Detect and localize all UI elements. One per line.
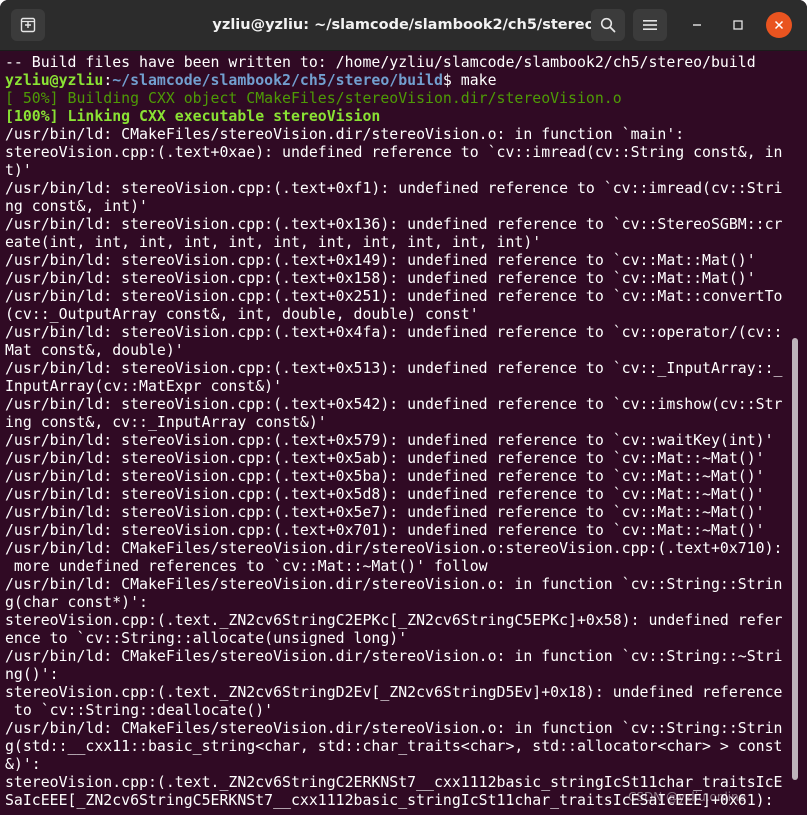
terminal-line: /usr/bin/ld: stereoVision.cpp:(.text+0x7… xyxy=(5,521,765,539)
terminal-line: /usr/bin/ld: stereoVision.cpp:(.text+0x5… xyxy=(5,503,765,521)
terminal-line: /usr/bin/ld: stereoVision.cpp:(.text+0xf… xyxy=(5,179,783,197)
maximize-icon xyxy=(733,20,743,30)
terminal-line: t)' xyxy=(5,161,32,179)
scrollbar-thumb[interactable] xyxy=(792,338,798,780)
minimize-button[interactable] xyxy=(684,12,710,38)
new-tab-icon xyxy=(20,17,36,33)
watermark: CSDN @yzliu.online xyxy=(628,790,747,804)
prompt-path: ~/slamcode/slambook2/ch5/stereo/build xyxy=(112,71,443,89)
terminal-line: /usr/bin/ld: stereoVision.cpp:(.text+0x5… xyxy=(5,359,783,377)
terminal-line: /usr/bin/ld: stereoVision.cpp:(.text+0x1… xyxy=(5,251,756,269)
terminal-line: stereoVision.cpp:(.text._ZN2cv6StringC2E… xyxy=(5,773,783,791)
terminal-line: eate(int, int, int, int, int, int, int, … xyxy=(5,233,542,251)
terminal-line: /usr/bin/ld: CMakeFiles/stereoVision.dir… xyxy=(5,647,783,665)
new-tab-button[interactable] xyxy=(11,9,45,41)
terminal-line: /usr/bin/ld: CMakeFiles/stereoVision.dir… xyxy=(5,719,783,737)
terminal-line: /usr/bin/ld: stereoVision.cpp:(.text+0x1… xyxy=(5,215,783,233)
terminal-line: /usr/bin/ld: stereoVision.cpp:(.text+0x5… xyxy=(5,395,783,413)
terminal-line: stereoVision.cpp:(.text._ZN2cv6StringC2E… xyxy=(5,611,783,629)
link-progress-line: [100%] Linking CXX executable stereoVisi… xyxy=(5,107,381,125)
terminal-line: g(std::__cxx11::basic_string<char, std::… xyxy=(5,737,783,755)
terminal-line: stereoVision.cpp:(.text._ZN2cv6StringD2E… xyxy=(5,683,783,701)
terminal-line: /usr/bin/ld: stereoVision.cpp:(.text+0x5… xyxy=(5,467,765,485)
terminal-line: stereoVision.cpp:(.text+0xae): undefined… xyxy=(5,143,783,161)
search-icon xyxy=(600,17,616,33)
terminal-line: /usr/bin/ld: CMakeFiles/stereoVision.dir… xyxy=(5,125,685,143)
terminal-line: ence to `cv::String::allocate(unsigned l… xyxy=(5,629,408,647)
terminal-line: /usr/bin/ld: stereoVision.cpp:(.text+0x2… xyxy=(5,287,783,305)
terminal-line: &)': xyxy=(5,755,41,773)
maximize-button[interactable] xyxy=(725,12,751,38)
terminal-window: yzliu@yzliu: ~/slamcode/slambook2/ch5/st… xyxy=(0,0,807,815)
window-title-text: yzliu@yzliu: ~/slamcode/slambook2/ch5/st… xyxy=(212,17,595,33)
prompt-line: yzliu@yzliu:~/slamcode/slambook2/ch5/ste… xyxy=(5,71,789,89)
terminal-line: -- Build files have been written to: /ho… xyxy=(5,53,756,71)
terminal-line: /usr/bin/ld: stereoVision.cpp:(.text+0x5… xyxy=(5,485,765,503)
title-bar[interactable]: yzliu@yzliu: ~/slamcode/slambook2/ch5/st… xyxy=(0,0,807,51)
terminal-line: InputArray(cv::MatExpr const&)' xyxy=(5,377,283,395)
close-icon xyxy=(774,20,784,30)
terminal-line: /usr/bin/ld: stereoVision.cpp:(.text+0x4… xyxy=(5,323,783,341)
terminal-line: /usr/bin/ld: stereoVision.cpp:(.text+0x1… xyxy=(5,269,756,287)
terminal-line: (cv::_OutputArray const&, int, double, d… xyxy=(5,305,479,323)
search-button[interactable] xyxy=(591,9,625,41)
terminal-line: /usr/bin/ld: CMakeFiles/stereoVision.dir… xyxy=(5,575,783,593)
terminal-line: g(char const*)': xyxy=(5,593,148,611)
close-button[interactable] xyxy=(766,12,792,38)
terminal-line: more undefined references to `cv::Mat::~… xyxy=(5,557,488,575)
terminal-line: /usr/bin/ld: stereoVision.cpp:(.text+0x5… xyxy=(5,431,774,449)
terminal-line: to `cv::String::deallocate()' xyxy=(5,701,274,719)
terminal-line: ing const&, cv::_InputArray const&)' xyxy=(5,413,327,431)
terminal-output[interactable]: -- Build files have been written to: /ho… xyxy=(5,53,789,815)
prompt-user: yzliu@yzliu xyxy=(5,71,104,89)
terminal-line: ng()': xyxy=(5,665,59,683)
hamburger-menu-icon xyxy=(643,20,657,30)
prompt-symbol: $ xyxy=(442,71,461,89)
terminal-line: Mat const&, double)' xyxy=(5,341,184,359)
prompt-separator: : xyxy=(103,71,113,89)
build-progress-line: [ 50%] Building CXX object CMakeFiles/st… xyxy=(5,89,622,107)
terminal-line: /usr/bin/ld: CMakeFiles/stereoVision.dir… xyxy=(5,539,783,557)
minimize-icon xyxy=(693,24,701,26)
terminal-line: ng const&, int)' xyxy=(5,197,148,215)
terminal-line: /usr/bin/ld: stereoVision.cpp:(.text+0x5… xyxy=(5,449,765,467)
prompt-command: make xyxy=(460,71,497,89)
menu-button[interactable] xyxy=(633,9,667,41)
